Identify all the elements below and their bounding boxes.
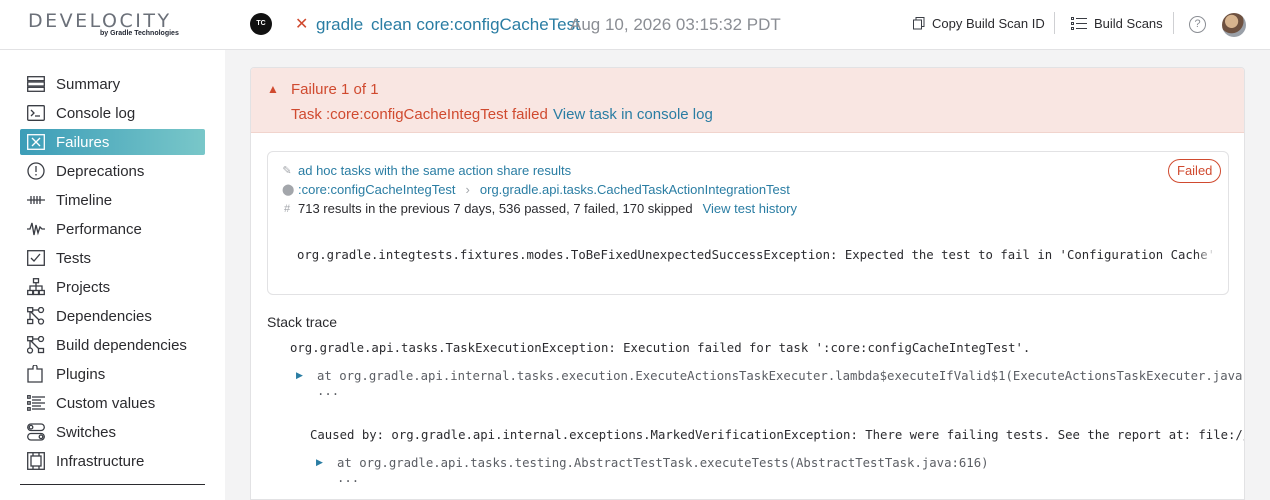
deprecations-icon <box>26 161 46 181</box>
sidebar-item-projects[interactable]: Projects <box>20 274 205 300</box>
sidebar-item-label: Dependencies <box>56 307 152 325</box>
exception-message-box[interactable]: org.gradle.integtests.fixtures.modes.ToB… <box>282 240 1216 270</box>
performance-icon <box>26 219 46 239</box>
sidebar-item-switches[interactable]: Switches <box>20 419 205 445</box>
expand-frames-icon[interactable]: ▶ <box>316 457 323 468</box>
sidebar-item-label: Switches <box>56 423 117 441</box>
sidebar-item-plugins[interactable]: Plugins <box>20 361 205 387</box>
sidebar-item-label: Performance <box>56 220 142 238</box>
sidebar-item-label: Infrastructure <box>56 452 145 470</box>
exception-message: org.gradle.integtests.fixtures.modes.ToB… <box>297 248 1216 262</box>
header-divider <box>1054 12 1055 34</box>
caused-by-line: Caused by: org.gradle.api.internal.excep… <box>310 428 1245 442</box>
develocity-logo[interactable]: DEVELOCITY by Gradle Technologies <box>28 10 188 40</box>
test-name-link[interactable]: ad hoc tasks with the same action share … <box>298 163 571 178</box>
projects-icon <box>26 277 46 297</box>
sidebar-item-label: Build dependencies <box>56 336 187 354</box>
task-path-link[interactable]: :core:configCacheIntegTest <box>298 182 456 197</box>
test-location-row: ⬤ :core:configCacheIntegTest › org.gradl… <box>282 182 790 197</box>
sidebar-item-performance[interactable]: Performance <box>20 216 205 242</box>
sidebar-item-failures[interactable]: Failures <box>20 129 205 155</box>
stack-frame: at org.gradle.api.tasks.testing.Abstract… <box>337 456 989 470</box>
class-path-link[interactable]: org.gradle.api.tasks.CachedTaskActionInt… <box>480 182 790 197</box>
status-badge: Failed <box>1168 159 1222 183</box>
history-summary: 713 results in the previous 7 days, 536 … <box>298 201 693 216</box>
top-header: DEVELOCITY by Gradle Technologies TC ✕ g… <box>0 0 1270 50</box>
copy-icon <box>913 17 925 30</box>
failed-task-text: Task :core:configCacheIntegTest failed <box>291 106 548 123</box>
sidebar-item-label: Plugins <box>56 365 106 383</box>
sidebar-item-label: Projects <box>56 278 111 296</box>
overflow-fade <box>1196 240 1216 270</box>
sidebar: Summary Console log Failures Deprecation… <box>0 50 225 500</box>
expand-frames-icon[interactable]: ▶ <box>296 370 303 381</box>
copy-build-scan-id-button[interactable]: Copy Build Scan ID <box>913 16 1045 31</box>
stack-ellipsis[interactable]: ... <box>337 471 359 485</box>
test-name-row: ✎ ad hoc tasks with the same action shar… <box>282 163 571 178</box>
failure-count: Failure 1 of 1 <box>291 81 379 98</box>
stack-trace-title: Stack trace <box>267 314 338 330</box>
custom-values-icon <box>26 393 46 413</box>
location-pin-icon: ⬤ <box>282 184 295 196</box>
teamcity-icon[interactable]: TC <box>247 13 272 35</box>
copy-build-scan-id-label: Copy Build Scan ID <box>932 16 1045 31</box>
header-divider <box>1173 12 1174 34</box>
test-failure-card: ✎ ad hoc tasks with the same action shar… <box>267 151 1229 295</box>
timeline-icon <box>26 190 46 210</box>
failure-panel: ▲ Failure 1 of 1 Task :core:configCacheI… <box>250 67 1245 500</box>
chevron-right-icon: › <box>465 182 470 197</box>
stack-trace-line: org.gradle.api.tasks.TaskExecutionExcept… <box>290 341 1031 355</box>
sidebar-item-label: Custom values <box>56 394 156 412</box>
warning-icon: ▲ <box>267 82 279 96</box>
project-name-link[interactable]: gradle <box>316 15 363 35</box>
requested-tasks-link[interactable]: clean core:configCacheTest <box>371 15 580 35</box>
sidebar-item-infrastructure[interactable]: Infrastructure <box>20 448 205 474</box>
pencil-icon: ✎ <box>282 165 292 177</box>
sidebar-item-label: Deprecations <box>56 162 145 180</box>
build-failed-icon: ✕ <box>295 16 309 33</box>
test-history-row: # 713 results in the previous 7 days, 53… <box>282 201 797 216</box>
sidebar-item-summary[interactable]: Summary <box>20 71 205 97</box>
sidebar-item-label: Summary <box>56 75 121 93</box>
help-icon[interactable]: ? <box>1189 16 1206 33</box>
stack-frame: at org.gradle.api.internal.tasks.executi… <box>317 369 1245 383</box>
sidebar-item-tests[interactable]: Tests <box>20 245 205 271</box>
sidebar-item-custom-values[interactable]: Custom values <box>20 390 205 416</box>
plugins-icon <box>26 364 46 384</box>
sidebar-divider <box>20 484 205 485</box>
switches-icon <box>26 422 46 442</box>
brand-name: DEVELOCITY <box>28 10 172 32</box>
build-scans-button[interactable]: Build Scans <box>1071 16 1163 31</box>
build-scans-label: Build Scans <box>1094 16 1163 31</box>
console-icon <box>26 103 46 123</box>
sidebar-item-deprecations[interactable]: Deprecations <box>20 158 205 184</box>
stack-ellipsis[interactable]: ... <box>317 384 339 398</box>
sidebar-item-timeline[interactable]: Timeline <box>20 187 205 213</box>
build-dependencies-icon <box>26 335 46 355</box>
sidebar-item-console-log[interactable]: Console log <box>20 100 205 126</box>
view-task-console-link[interactable]: View task in console log <box>553 106 713 123</box>
infrastructure-icon <box>26 451 46 471</box>
sidebar-item-label: Timeline <box>56 191 113 209</box>
view-test-history-link[interactable]: View test history <box>703 201 797 216</box>
tests-icon <box>26 248 46 268</box>
summary-icon <box>26 74 46 94</box>
dependencies-icon <box>26 306 46 326</box>
hash-icon: # <box>283 202 291 215</box>
sidebar-item-dependencies[interactable]: Dependencies <box>20 303 205 329</box>
sidebar-item-build-dependencies[interactable]: Build dependencies <box>20 332 205 358</box>
sidebar-item-label: Tests <box>56 249 92 267</box>
brand-byline: by Gradle Technologies <box>100 30 179 37</box>
list-icon <box>1071 16 1087 30</box>
sidebar-item-label: Failures <box>56 133 110 151</box>
user-avatar[interactable] <box>1222 13 1246 37</box>
build-date: Aug 10, 2026 03:15:32 PDT <box>570 15 781 34</box>
failures-icon <box>26 132 46 152</box>
failure-banner: ▲ Failure 1 of 1 Task :core:configCacheI… <box>251 68 1244 133</box>
sidebar-item-label: Console log <box>56 104 136 122</box>
